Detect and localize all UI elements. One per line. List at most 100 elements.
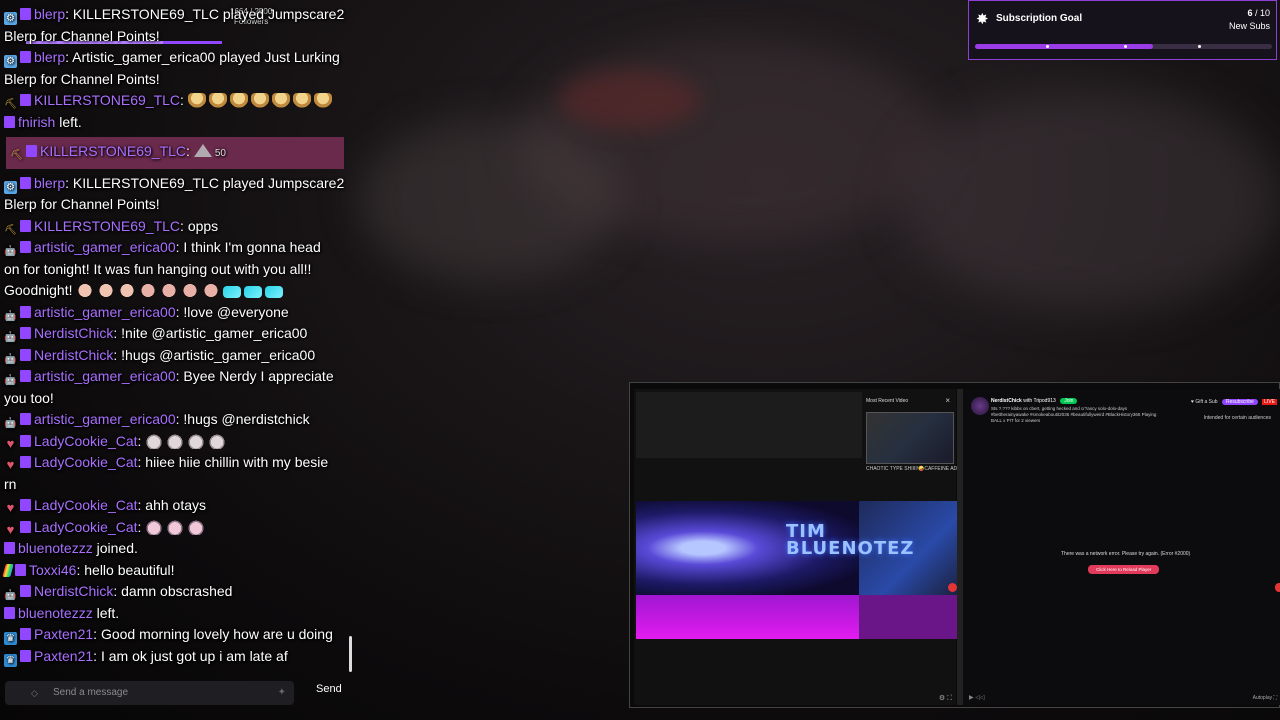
chat-username[interactable]: LadyCookie_Cat (34, 519, 138, 535)
chat-text: Artistic_gamer_erica00 played Just Lurki… (72, 49, 340, 65)
chat-message: bluenotezzz left. (4, 603, 352, 625)
chat-scrollbar[interactable] (349, 636, 352, 672)
face-emote-icon (97, 283, 116, 298)
reload-player-button[interactable]: Click Here to Reload Player (1088, 565, 1160, 574)
emote-picker-icon[interactable]: ✦ (278, 681, 286, 705)
chat-text: I am ok just got up i am late af (100, 647, 288, 664)
chat-message: ⚙ blerp: KILLERSTONE69_TLC played Jumpsca… (4, 6, 345, 44)
player-controls[interactable]: ⚙ ⛶ (939, 694, 952, 703)
chat-message: Toxxi46: hello beautiful! (2, 560, 352, 582)
close-icon[interactable]: × (945, 396, 950, 405)
heart-icon[interactable]: ♥ (1191, 399, 1194, 405)
monkey-emote-icon (160, 283, 179, 298)
stream-player-window: NerdistChick with Tripod913 Join ♥ Gift … (963, 389, 1280, 705)
chat-text: damn obscrashed (121, 583, 233, 599)
robot-badge-icon: 🤖 (4, 375, 17, 386)
chat-username[interactable]: artistic_gamer_erica00 (34, 239, 176, 255)
bread-emote-icon (313, 93, 332, 108)
resubscribe-button[interactable]: Resubscribe (1221, 399, 1258, 405)
chat-username[interactable]: KILLERSTONE69_TLC (34, 218, 180, 234)
chat-text: Good morning lovely how are u doing (100, 626, 333, 642)
send-button[interactable]: Send (316, 683, 342, 695)
chat-text: Blerp for Channel Points! (4, 196, 160, 212)
video-thumbnail[interactable] (866, 412, 954, 464)
chat-username[interactable]: NerdistChick (34, 325, 113, 341)
chat-username[interactable]: blerp (34, 6, 65, 22)
chat-message: 🤖 artistic_gamer_erica00: Byee Nerdy I ap… (4, 368, 334, 406)
twitch-icon (20, 628, 31, 640)
chat-message: 🤖 artistic_gamer_erica00: !love @everyone (4, 303, 289, 322)
chat-username[interactable]: bluenotezzz (18, 540, 93, 556)
chat-username[interactable]: blerp (34, 175, 65, 191)
chat-username[interactable]: fnirish (18, 114, 55, 130)
guest-name[interactable]: Tripod913 (1033, 398, 1055, 404)
chat-message: 🤖 NerdistChick: !hugs @artistic_gamer_eri… (4, 346, 316, 365)
chat-message: ⚙ blerp: Artistic_gamer_erica00 played Ju… (4, 49, 340, 87)
chat-text: Byee Nerdy I appreciate (183, 368, 334, 384)
love-emote-icon (265, 286, 284, 298)
goal-unit: New Subs (1228, 21, 1270, 31)
banner-strip-dark (859, 595, 957, 639)
love-emote-icon (223, 286, 242, 298)
twitch-icon (20, 8, 31, 20)
twitch-icon (20, 241, 31, 253)
chat-username[interactable]: NerdistChick (34, 347, 113, 363)
channel-page-window: Most Recent Video × CHAOTIC TYPE SHIIII!… (634, 389, 966, 705)
heart-badge-icon: ♥ (6, 457, 15, 472)
avatar[interactable] (971, 397, 989, 415)
chat-message: bluenotezzz joined. (4, 538, 352, 560)
chat-username[interactable]: KILLERSTONE69_TLC (34, 92, 180, 108)
bot-badge-icon: ⚙ (4, 12, 17, 25)
chat-text: rn (4, 475, 17, 492)
bread-emote-icon (229, 93, 248, 108)
twitch-icon (20, 219, 31, 232)
chat-username[interactable]: LadyCookie_Cat (34, 497, 138, 513)
stream-description: Sts ?.??? kibbs on cbert, getting hecked… (991, 406, 1157, 423)
heart-badge-icon: ♥ (6, 500, 15, 515)
player-controls[interactable]: ▶ ◁◁ (969, 694, 985, 701)
chat-username[interactable]: LadyCookie_Cat (34, 454, 138, 470)
join-button[interactable]: Join (1060, 398, 1078, 404)
chat-username[interactable]: Toxxi46 (29, 562, 76, 578)
highlighted-message: ⛏ KILLERSTONE69_TLC: 50 (6, 137, 344, 169)
twitch-icon (20, 176, 31, 189)
chat-input-field[interactable]: ◇ Send a message ✦ (5, 681, 294, 705)
gift-sub-button[interactable]: Gift a Sub (1195, 399, 1217, 405)
chat-username[interactable]: Paxten21 (34, 648, 93, 664)
chat-username[interactable]: bluenotezzz (18, 605, 93, 621)
face-emote-icon (118, 283, 137, 298)
chat-username[interactable]: artistic_gamer_erica00 (34, 368, 176, 384)
heart-badge-icon: ♥ (6, 435, 15, 451)
cat-emote-icon (145, 433, 164, 449)
cat-emote-icon (166, 433, 185, 449)
chat-username[interactable]: artistic_gamer_erica00 (34, 304, 176, 320)
banner-text: TIM BLUENOTEZ (786, 521, 915, 559)
most-recent-video-card[interactable]: Most Recent Video × CHAOTIC TYPE SHIIII!… (864, 392, 966, 472)
player-controls-right[interactable]: Autoplay ⛶ (1253, 695, 1277, 701)
chat-username[interactable]: KILLERSTONE69_TLC (40, 143, 186, 159)
love-emote-icon (244, 286, 263, 298)
chat-message: 🤖 NerdistChick: !nite @artistic_gamer_eri… (4, 325, 308, 343)
robot-badge-icon: 🤖 (4, 246, 17, 257)
star-icon: ✸ (976, 11, 989, 28)
video-caption: CHAOTIC TYPE SHIIII!🤪CAFFEINE ADDI... (866, 466, 967, 472)
chat-username[interactable]: NerdistChick (34, 583, 113, 599)
chat-username[interactable]: artistic_gamer_erica00 (34, 411, 176, 427)
bits-icon (193, 144, 212, 157)
heart-badge-icon: ♥ (6, 521, 15, 537)
crown-badge-icon: ♛ (4, 632, 17, 645)
twitch-icon (4, 542, 15, 554)
bread-emote-icon (208, 93, 227, 108)
bread-emote-icon (271, 93, 290, 108)
chat-username[interactable]: blerp (34, 49, 65, 65)
streamer-name[interactable]: NerdistChick (991, 398, 1022, 404)
chat-message: ♛ Paxten21: I am ok just got up i am late… (4, 646, 352, 668)
twitch-icon (20, 520, 31, 533)
chat-message: 🤖 NerdistChick: damn obscrashed (4, 583, 233, 601)
chat-username[interactable]: LadyCookie_Cat (34, 433, 138, 449)
robot-badge-icon: 🤖 (4, 590, 17, 601)
twitch-icon (20, 456, 31, 468)
monkey-emote-icon (139, 283, 158, 298)
bread-emote-icon (187, 93, 206, 108)
chat-username[interactable]: Paxten21 (34, 626, 93, 642)
